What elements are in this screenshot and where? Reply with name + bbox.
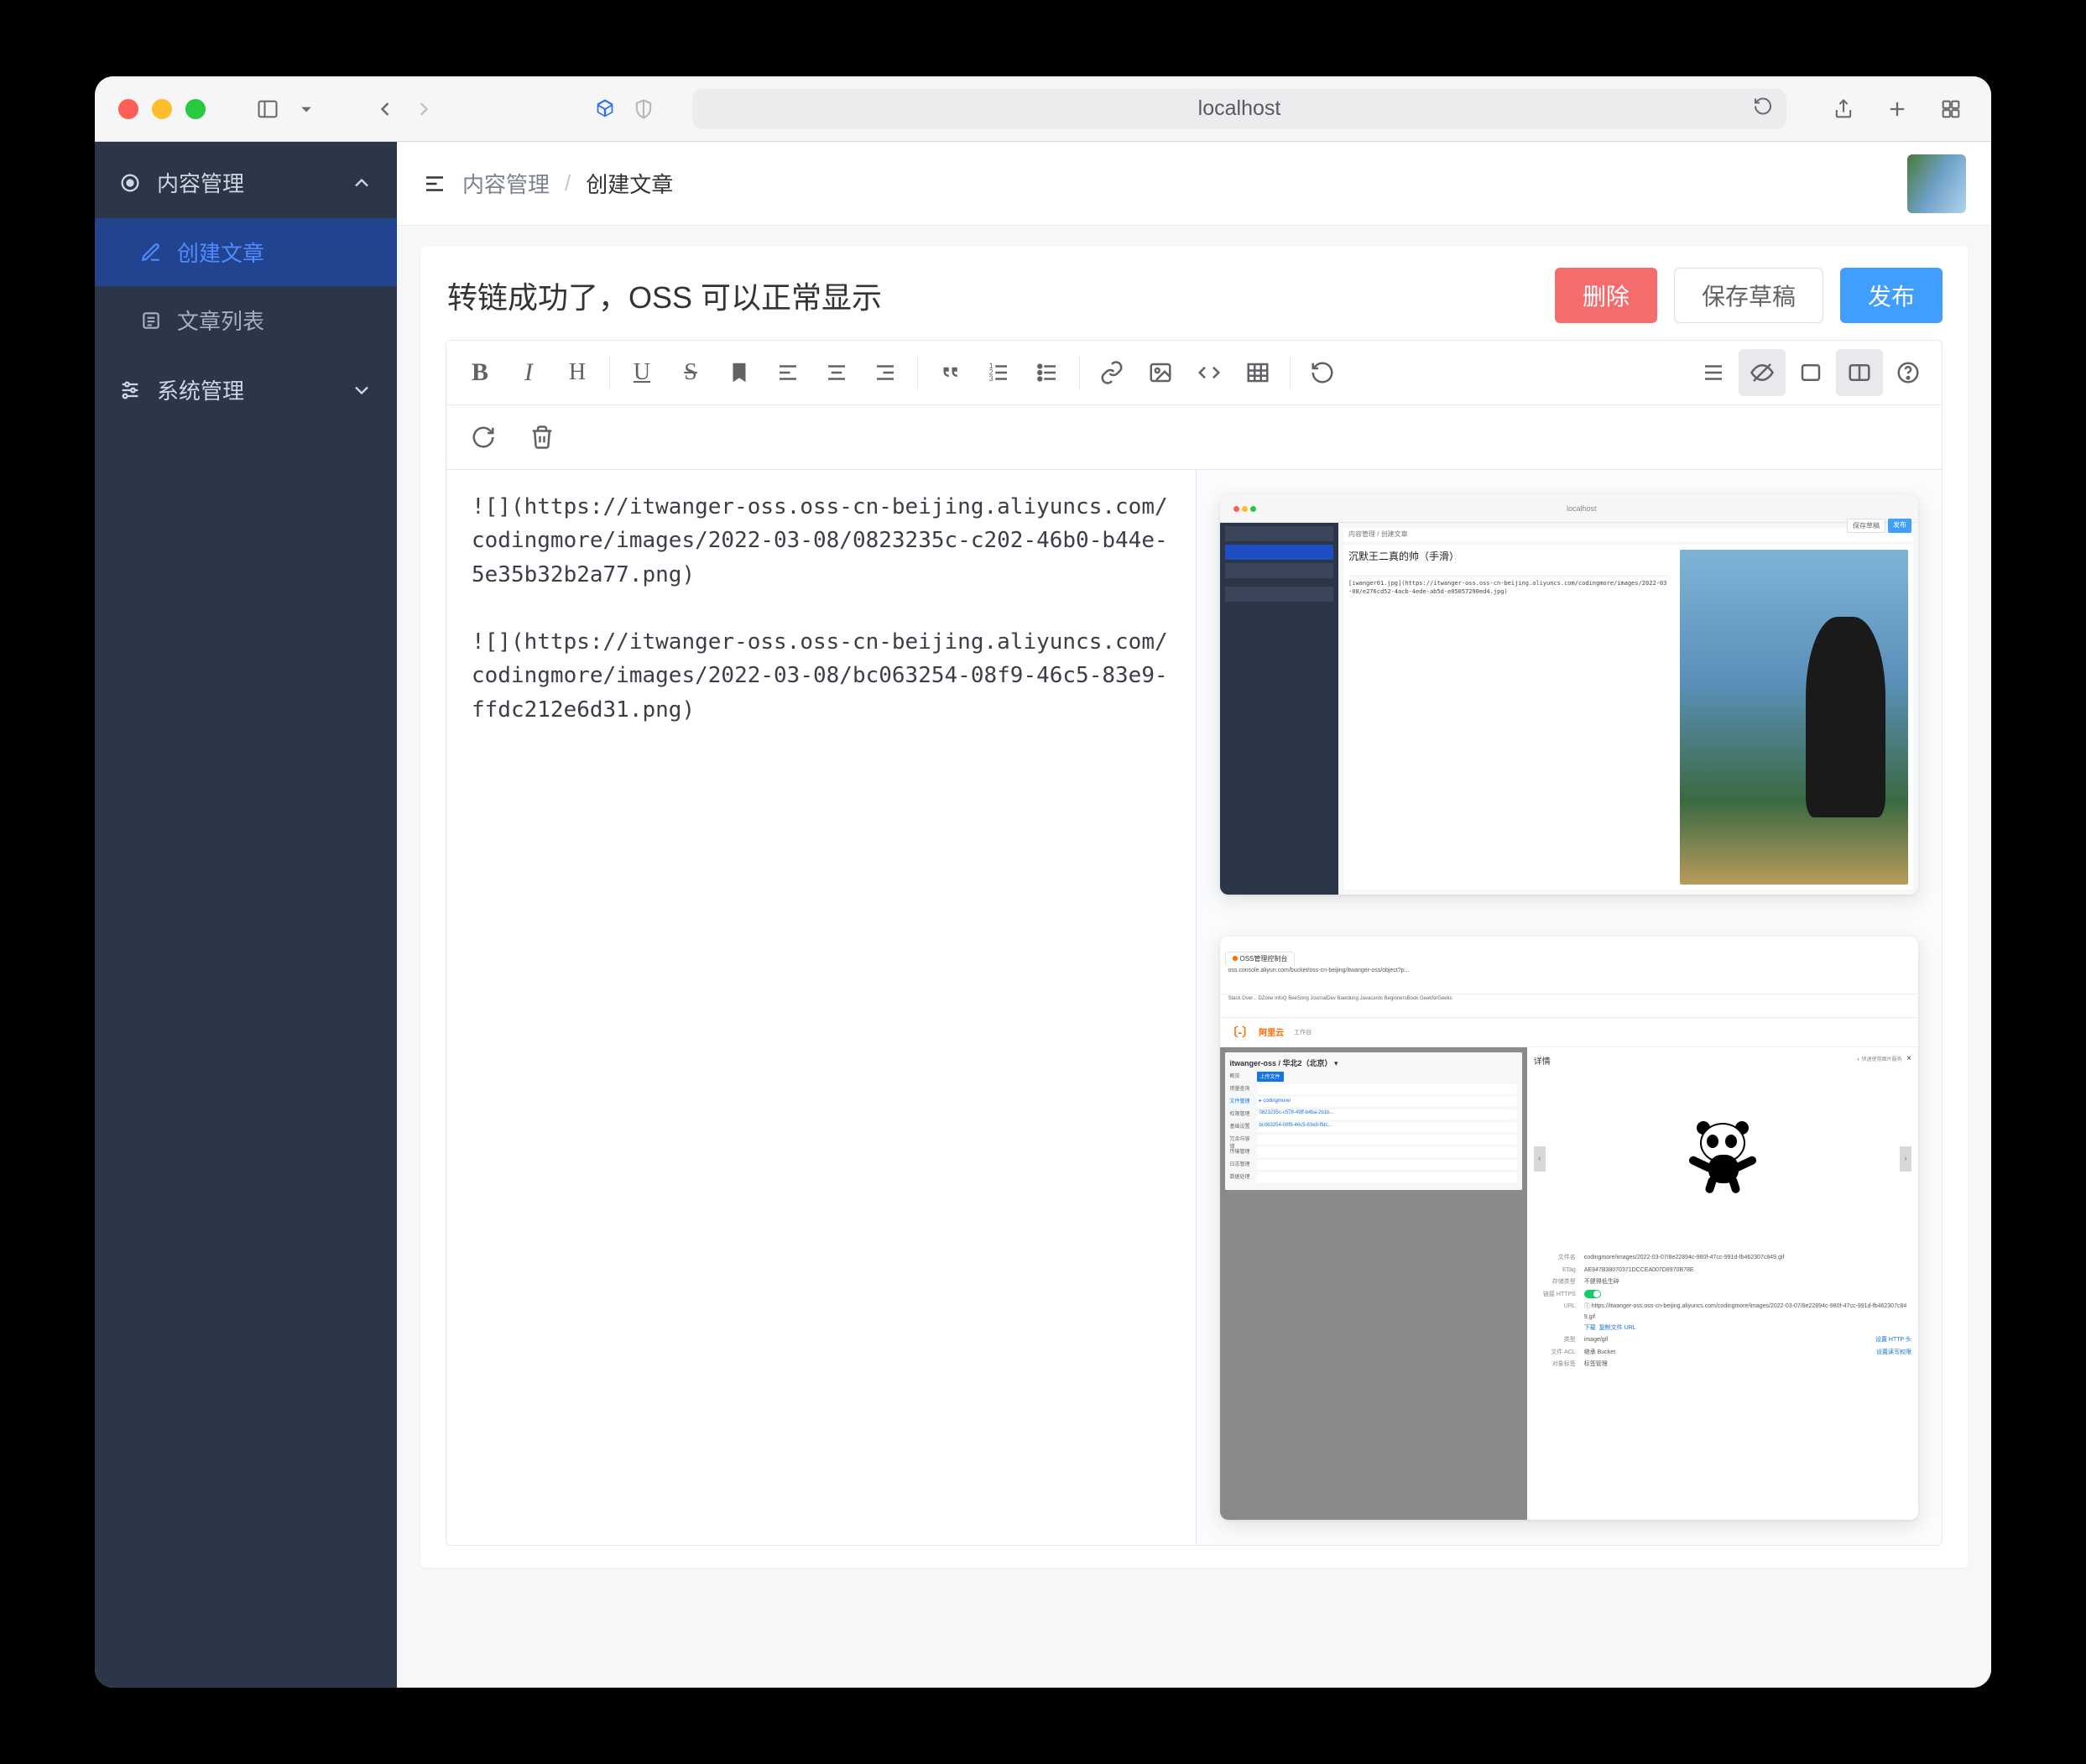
- sidebar-section-system[interactable]: 系统管理: [95, 354, 397, 425]
- new-tab-button[interactable]: [1880, 92, 1914, 126]
- split-view-button[interactable]: [1836, 349, 1883, 396]
- chevron-up-icon: [350, 171, 373, 195]
- strike-button[interactable]: S: [667, 349, 714, 396]
- app-window: localhost 内容管理: [95, 76, 1991, 1688]
- markdown-editor: B I H U S 123: [446, 340, 1943, 1546]
- image-button[interactable]: [1137, 349, 1184, 396]
- underline-button[interactable]: U: [618, 349, 665, 396]
- main-area: 内容管理 / 创建文章 删除 保存草稿 发布 B: [397, 142, 1991, 1688]
- thumb1-code: [iwanger01.jpg](https://itwanger-oss.oss…: [1348, 580, 1670, 597]
- help-button[interactable]: [1885, 349, 1932, 396]
- sliders-icon: [118, 378, 142, 402]
- ordered-list-button[interactable]: 123: [975, 349, 1022, 396]
- breadcrumb-current: 创建文章: [586, 168, 673, 199]
- edit-icon: [140, 242, 162, 264]
- chevron-down-icon: [350, 378, 373, 402]
- link-button[interactable]: [1088, 349, 1135, 396]
- close-window-button[interactable]: [118, 99, 138, 119]
- thumb1-address: localhost: [1567, 504, 1597, 513]
- breadcrumb: 内容管理 / 创建文章: [422, 168, 673, 199]
- browser-titlebar: localhost: [95, 76, 1991, 142]
- share-button[interactable]: [1827, 92, 1860, 126]
- reload-button[interactable]: [1753, 96, 1773, 122]
- extension-icon[interactable]: [588, 92, 622, 126]
- traffic-lights: [118, 99, 206, 119]
- align-right-button[interactable]: [862, 349, 909, 396]
- address-bar[interactable]: localhost: [692, 89, 1786, 129]
- menu-collapse-icon[interactable]: [422, 171, 447, 196]
- list-icon: [140, 310, 162, 331]
- sidebar-section-content[interactable]: 内容管理: [95, 147, 397, 218]
- post-title-input[interactable]: [446, 271, 1538, 320]
- thumb1-title: 沉默王二真的帅（手滑）: [1348, 550, 1670, 564]
- privacy-shield-icon[interactable]: [627, 92, 660, 126]
- topbar: 内容管理 / 创建文章: [397, 142, 1991, 226]
- align-center-button[interactable]: [813, 349, 860, 396]
- markdown-preview-pane: localhost 内容管理 / 创建文章 沉默: [1197, 470, 1943, 1545]
- sidebar-item-label: 文章列表: [177, 305, 264, 336]
- breadcrumb-root[interactable]: 内容管理: [462, 168, 550, 199]
- breadcrumb-sep: /: [565, 170, 571, 196]
- unordered-list-button[interactable]: [1024, 349, 1071, 396]
- svg-text:3: 3: [989, 374, 993, 383]
- undo-button[interactable]: [1299, 349, 1346, 396]
- address-text: localhost: [1198, 97, 1281, 121]
- delete-button[interactable]: 删除: [1555, 268, 1657, 323]
- sidebar-section-label: 内容管理: [157, 167, 244, 198]
- markdown-source-pane[interactable]: ![](https://itwanger-oss.oss-cn-beijing.…: [446, 470, 1197, 1545]
- sidebar-item-post-list[interactable]: 文章列表: [95, 286, 397, 354]
- preview-toggle-button[interactable]: [1739, 349, 1786, 396]
- sidebar-item-create-post[interactable]: 创建文章: [95, 218, 397, 286]
- tabs-overview-button[interactable]: [1934, 92, 1968, 126]
- toc-button[interactable]: [1690, 349, 1737, 396]
- sidebar-item-label: 创建文章: [177, 237, 264, 268]
- editor-card: 删除 保存草稿 发布 B I H U S: [420, 246, 1968, 1568]
- minimize-window-button[interactable]: [152, 99, 172, 119]
- publish-button[interactable]: 发布: [1840, 268, 1943, 323]
- target-icon: [118, 171, 142, 195]
- bookmark-button[interactable]: [716, 349, 763, 396]
- fullscreen-button[interactable]: [1787, 349, 1834, 396]
- editor-toolbar: B I H U S 123: [446, 341, 1942, 405]
- sidebar-section-label: 系统管理: [157, 374, 244, 405]
- preview-image-2: OSS管理控制台 oss.console.aliyun.com/bucket/o…: [1220, 937, 1919, 1521]
- trash-button[interactable]: [519, 414, 566, 461]
- user-avatar[interactable]: [1907, 154, 1966, 213]
- app-sidebar: 内容管理 创建文章 文章列表 系统管理: [95, 142, 397, 1688]
- sidebar-dropdown-button[interactable]: [289, 92, 323, 126]
- quote-button[interactable]: [926, 349, 973, 396]
- bold-button[interactable]: B: [456, 349, 503, 396]
- code-button[interactable]: [1186, 349, 1233, 396]
- sidebar-toggle-button[interactable]: [251, 92, 284, 126]
- italic-button[interactable]: I: [505, 349, 552, 396]
- align-left-button[interactable]: [764, 349, 811, 396]
- save-draft-button[interactable]: 保存草稿: [1674, 268, 1823, 323]
- preview-image-1: localhost 内容管理 / 创建文章 沉默: [1220, 495, 1919, 895]
- table-button[interactable]: [1234, 349, 1281, 396]
- fullscreen-window-button[interactable]: [185, 99, 206, 119]
- back-button[interactable]: [368, 92, 402, 126]
- forward-button[interactable]: [407, 92, 441, 126]
- heading-button[interactable]: H: [554, 349, 601, 396]
- redo-button[interactable]: [460, 414, 507, 461]
- editor-toolbar-secondary: [446, 405, 1942, 470]
